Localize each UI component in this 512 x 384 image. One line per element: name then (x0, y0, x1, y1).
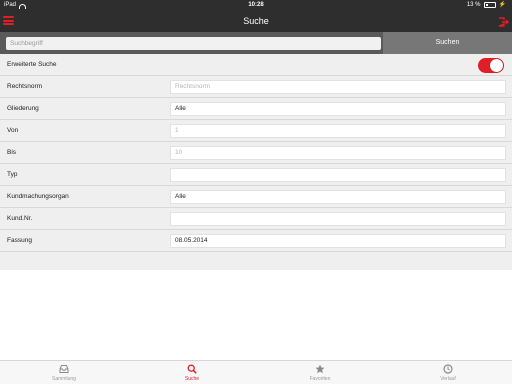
toggle-knob (490, 59, 503, 72)
gliederung-field[interactable]: Alle (170, 102, 506, 116)
rechtsnorm-field[interactable]: Rechtsnorm (170, 80, 506, 94)
search-bar: Suchen (0, 32, 512, 54)
typ-field[interactable] (170, 168, 506, 182)
advanced-search-form: Erweiterte Suche Rechtsnorm Rechtsnorm G… (0, 54, 512, 270)
inbox-icon (59, 365, 69, 373)
search-icon (187, 364, 197, 374)
field-row-bis: Bis 10 (0, 142, 512, 164)
von-field[interactable]: 1 (170, 124, 506, 138)
field-row-kund-nr: Kund.Nr. (0, 208, 512, 230)
page-title: Suche (243, 16, 269, 26)
bis-field[interactable]: 10 (170, 146, 506, 160)
star-icon (315, 364, 325, 374)
battery-icon (483, 2, 496, 8)
fassung-field[interactable]: 08.05.2014 (170, 234, 506, 248)
field-label: Gliederung (7, 105, 39, 112)
logout-icon (498, 17, 509, 27)
tab-favoriten[interactable]: Favoriten (256, 361, 384, 384)
kundmachungsorgan-field[interactable]: Alle (170, 190, 506, 204)
advanced-search-row: Erweiterte Suche (0, 54, 512, 76)
tab-label: Verlauf (440, 376, 456, 382)
field-row-rechtsnorm: Rechtsnorm Rechtsnorm (0, 76, 512, 98)
charging-icon: ⚡ (498, 2, 506, 8)
navigation-bar: Suche (0, 10, 512, 32)
field-row-gliederung: Gliederung Alle (0, 98, 512, 120)
field-label: Von (7, 127, 19, 134)
field-label: Fassung (7, 237, 32, 244)
tab-label: Favoriten (309, 376, 331, 382)
tab-sammlung[interactable]: Sammlung (0, 361, 128, 384)
search-input[interactable] (6, 37, 381, 50)
field-label: Kund.Nr. (7, 215, 33, 222)
field-row-kundmachungsorgan: Kundmachungsorgan Alle (0, 186, 512, 208)
advanced-search-label: Erweiterte Suche (7, 61, 57, 68)
advanced-search-toggle[interactable] (478, 58, 504, 73)
status-bar: iPad 10:28 13 % ⚡ (0, 0, 512, 10)
tab-suche[interactable]: Suche (128, 361, 256, 384)
tab-label: Sammlung (52, 376, 76, 382)
tab-bar: Sammlung Suche Favoriten Verlauf (0, 360, 512, 384)
top-bar: iPad 10:28 13 % ⚡ Suche (0, 0, 512, 32)
kund-nr-field[interactable] (170, 212, 506, 226)
logout-button[interactable] (497, 15, 509, 27)
tab-verlauf[interactable]: Verlauf (384, 361, 512, 384)
battery-percent: 13 % (466, 2, 481, 8)
status-time: 10:28 (248, 2, 264, 8)
field-row-von: Von 1 (0, 120, 512, 142)
field-row-fassung: Fassung 08.05.2014 (0, 230, 512, 252)
battery-indicator: 13 % ⚡ (467, 0, 506, 10)
field-label: Typ (7, 171, 18, 178)
search-button[interactable]: Suchen (383, 32, 512, 54)
field-label: Kundmachungsorgan (7, 193, 69, 200)
clock-icon (443, 364, 453, 374)
app-window: iPad 10:28 13 % ⚡ Suche Suchbegriff Such… (0, 0, 512, 384)
field-label: Rechtsnorm (7, 83, 43, 90)
field-row-typ: Typ (0, 164, 512, 186)
field-label: Bis (7, 149, 17, 156)
tab-label: Suche (184, 376, 200, 382)
